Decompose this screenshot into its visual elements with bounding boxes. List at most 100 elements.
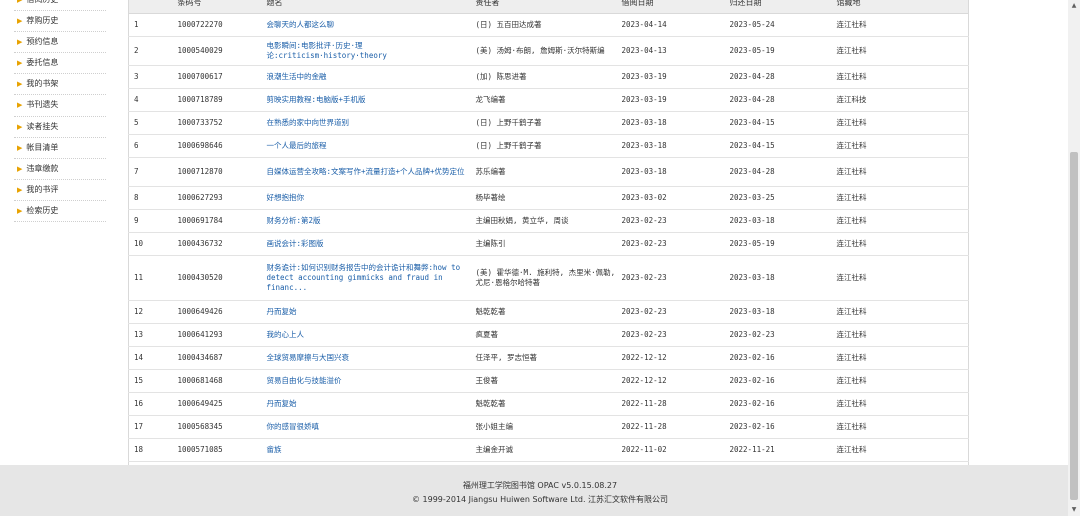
book-title-link[interactable]: 会聊天的人都这么聊 — [267, 20, 335, 29]
book-title-link[interactable]: 畲族 — [267, 445, 282, 454]
col-header-author[interactable]: 责任者 — [470, 0, 617, 14]
cell-title: 剪映实用教程:电脑版+手机版 — [261, 88, 471, 112]
scrollbar-thumb[interactable] — [1070, 152, 1078, 500]
cell-title: 自媒体运营全攻略:文案写作+流量打造+个人品牌+优势定位 — [261, 157, 471, 187]
cell-author: (日) 上野千鹤子著 — [470, 111, 617, 135]
triangle-right-icon: ▶ — [17, 122, 23, 131]
sidebar-item[interactable]: ▶ 检索历史 — [14, 201, 106, 223]
cell-title: 丹而复始 — [261, 300, 471, 324]
cell-index: 11 — [128, 255, 173, 301]
cell-borrow-date: 2022-12-12 — [616, 369, 725, 393]
table-row: 4 1000718789 剪映实用教程:电脑版+手机版 龙飞编著 2023-03-19 2… — [128, 88, 969, 112]
book-title-link[interactable]: 自媒体运营全攻略:文案写作+流量打造+个人品牌+优势定位 — [267, 167, 465, 176]
cell-index: 14 — [128, 346, 173, 370]
cell-barcode: 1000698646 — [172, 134, 262, 158]
cell-title: 我的心上人 — [261, 323, 471, 347]
cell-return-date: 2023-03-18 — [724, 300, 832, 324]
cell-return-date: 2022-11-21 — [724, 438, 832, 462]
col-header-return-date[interactable]: 归还日期 — [724, 0, 832, 14]
sidebar-item[interactable]: ▶ 我的书评 — [14, 180, 106, 201]
cell-index: 9 — [128, 209, 173, 233]
scroll-up-arrow-icon[interactable]: ▲ — [1068, 0, 1080, 12]
table-row: 7 1000712870 自媒体运营全攻略:文案写作+流量打造+个人品牌+优势定位苏… — [128, 157, 969, 187]
sidebar-item[interactable]: ▶借阅历史 — [14, 0, 106, 12]
table-row: 16 1000649425 丹而复始 魁乾乾著 2022-11-28 2023-02-16… — [128, 392, 969, 416]
book-title-link[interactable]: 丹而复始 — [267, 307, 297, 316]
book-title-link[interactable]: 电影瞬间:电影批评·历史·理论:criticism·history·theory — [267, 41, 387, 60]
col-header-title[interactable]: 题名 — [261, 0, 471, 14]
triangle-right-icon: ▶ — [17, 59, 23, 68]
cell-title: 财务分析:第2版 — [261, 209, 471, 233]
cell-title: 丹而复始 — [261, 392, 471, 416]
sidebar-item[interactable]: ▶ 帐目清单 — [14, 138, 106, 159]
cell-author: 杨毕著绘 — [470, 186, 617, 210]
cell-author: 张小姐主编 — [470, 415, 617, 439]
sidebar-item[interactable]: ▶ 我的书架 — [14, 74, 106, 96]
book-title-link[interactable]: 画说会计:彩图版 — [267, 239, 324, 248]
cell-author: (日) 五百田达成著 — [470, 13, 617, 37]
book-title-link[interactable]: 浪潮生活中的金融 — [267, 72, 327, 81]
table-row: 18 1000571085 畲族 主编金开诚 2022-11-02 2022-11-21 连… — [128, 438, 969, 462]
cell-return-date: 2023-04-28 — [724, 65, 832, 89]
sidebar-item[interactable]: ▶ 读者挂失 — [14, 117, 106, 138]
book-title-link[interactable]: 全球贸易摩擦与大国兴衰 — [267, 353, 350, 362]
cell-location: 连江社科 — [831, 209, 969, 233]
cell-author: (加) 陈思进著 — [470, 65, 617, 89]
triangle-right-icon: ▶ — [17, 185, 23, 194]
scroll-down-arrow-icon[interactable]: ▼ — [1068, 504, 1080, 516]
cell-location: 连江社科 — [831, 346, 969, 370]
table-row: 3 1000700617 浪潮生活中的金融 (加) 陈思进著 2023-03-19 202… — [128, 65, 969, 89]
col-header-borrow-date[interactable]: 借阅日期 — [616, 0, 725, 14]
cell-index: 13 — [128, 323, 173, 347]
col-header-location[interactable]: 馆藏地 — [831, 0, 969, 14]
col-header-index — [128, 0, 173, 14]
cell-title: 畲族 — [261, 438, 471, 462]
table-row: 12 1000649426 丹而复始 魁乾乾著 2023-02-23 2023-03-18… — [128, 300, 969, 324]
cell-author: 龙飞编著 — [470, 88, 617, 112]
cell-location: 连江社科 — [831, 157, 969, 187]
book-title-link[interactable]: 好想抱抱你 — [267, 193, 305, 202]
book-title-link[interactable]: 贸易自由化与技能溢价 — [267, 376, 342, 385]
cell-barcode: 1000641293 — [172, 323, 262, 347]
cell-author: (日) 上野千鹤子著 — [470, 134, 617, 158]
cell-borrow-date: 2023-03-18 — [616, 134, 725, 158]
vertical-scrollbar[interactable]: ▲ ▼ — [1068, 0, 1080, 516]
table-row: 2 1000540029 电影瞬间:电影批评·历史·理论:criticism·his… — [128, 36, 969, 66]
cell-return-date: 2023-02-23 — [724, 323, 832, 347]
col-header-barcode[interactable]: 条码号 — [172, 0, 262, 14]
book-title-link[interactable]: 在熟悉的家中向世界道别 — [267, 118, 350, 127]
cell-author: 魁乾乾著 — [470, 300, 617, 324]
triangle-right-icon: ▶ — [17, 38, 23, 47]
cell-location: 连江社科 — [831, 65, 969, 89]
cell-author: 主编田秋娟, 黄立华, 周谈 — [470, 209, 617, 233]
cell-borrow-date: 2023-03-02 — [616, 186, 725, 210]
cell-barcode: 1000681468 — [172, 369, 262, 393]
cell-index: 8 — [128, 186, 173, 210]
table-row: 13 1000641293 我的心上人 疯夏著 2023-02-23 2023-02-23… — [128, 323, 969, 347]
cell-author: 主编陈引 — [470, 232, 617, 256]
sidebar-item[interactable]: ▶ 荐购历史 — [14, 11, 106, 33]
book-title-link[interactable]: 财务诡计:如何识别财务报告中的会计诡计和舞弊:how to detect acc… — [267, 263, 461, 292]
book-title-link[interactable]: 剪映实用教程:电脑版+手机版 — [267, 95, 366, 104]
borrow-history-table: 条码号 题名 责任者 借阅日期 归还日期 馆藏地 1 1000722270 会聊天的… — [128, 0, 969, 508]
sidebar-item[interactable]: ▶ 委托信息 — [14, 53, 106, 75]
sidebar-item[interactable]: ▶ 书刊遗失 — [14, 95, 106, 117]
cell-borrow-date: 2023-03-19 — [616, 65, 725, 89]
cell-index: 6 — [128, 134, 173, 158]
triangle-right-icon: ▶ — [17, 0, 23, 4]
table-row: 17 1000568345 你的感冒很娇嗔 张小姐主编 2022-11-28 2023-0… — [128, 415, 969, 439]
cell-location: 连江社科 — [831, 392, 969, 416]
book-title-link[interactable]: 一个人最后的旅程 — [267, 141, 327, 150]
sidebar-item[interactable]: ▶ 违章缴款 — [14, 159, 106, 180]
cell-return-date: 2023-04-28 — [724, 88, 832, 112]
book-title-link[interactable]: 你的感冒很娇嗔 — [267, 422, 320, 431]
book-title-link[interactable]: 丹而复始 — [267, 399, 297, 408]
cell-author: (美) 汤姆·布朗, 詹姆斯·沃尔特斯编 — [470, 36, 617, 66]
book-title-link[interactable]: 财务分析:第2版 — [267, 216, 321, 225]
sidebar-item[interactable]: ▶ 预约信息 — [14, 32, 106, 54]
book-title-link[interactable]: 我的心上人 — [267, 330, 305, 339]
cell-index: 17 — [128, 415, 173, 439]
cell-index: 5 — [128, 111, 173, 135]
cell-location: 连江社科 — [831, 232, 969, 256]
cell-borrow-date: 2023-02-23 — [616, 232, 725, 256]
